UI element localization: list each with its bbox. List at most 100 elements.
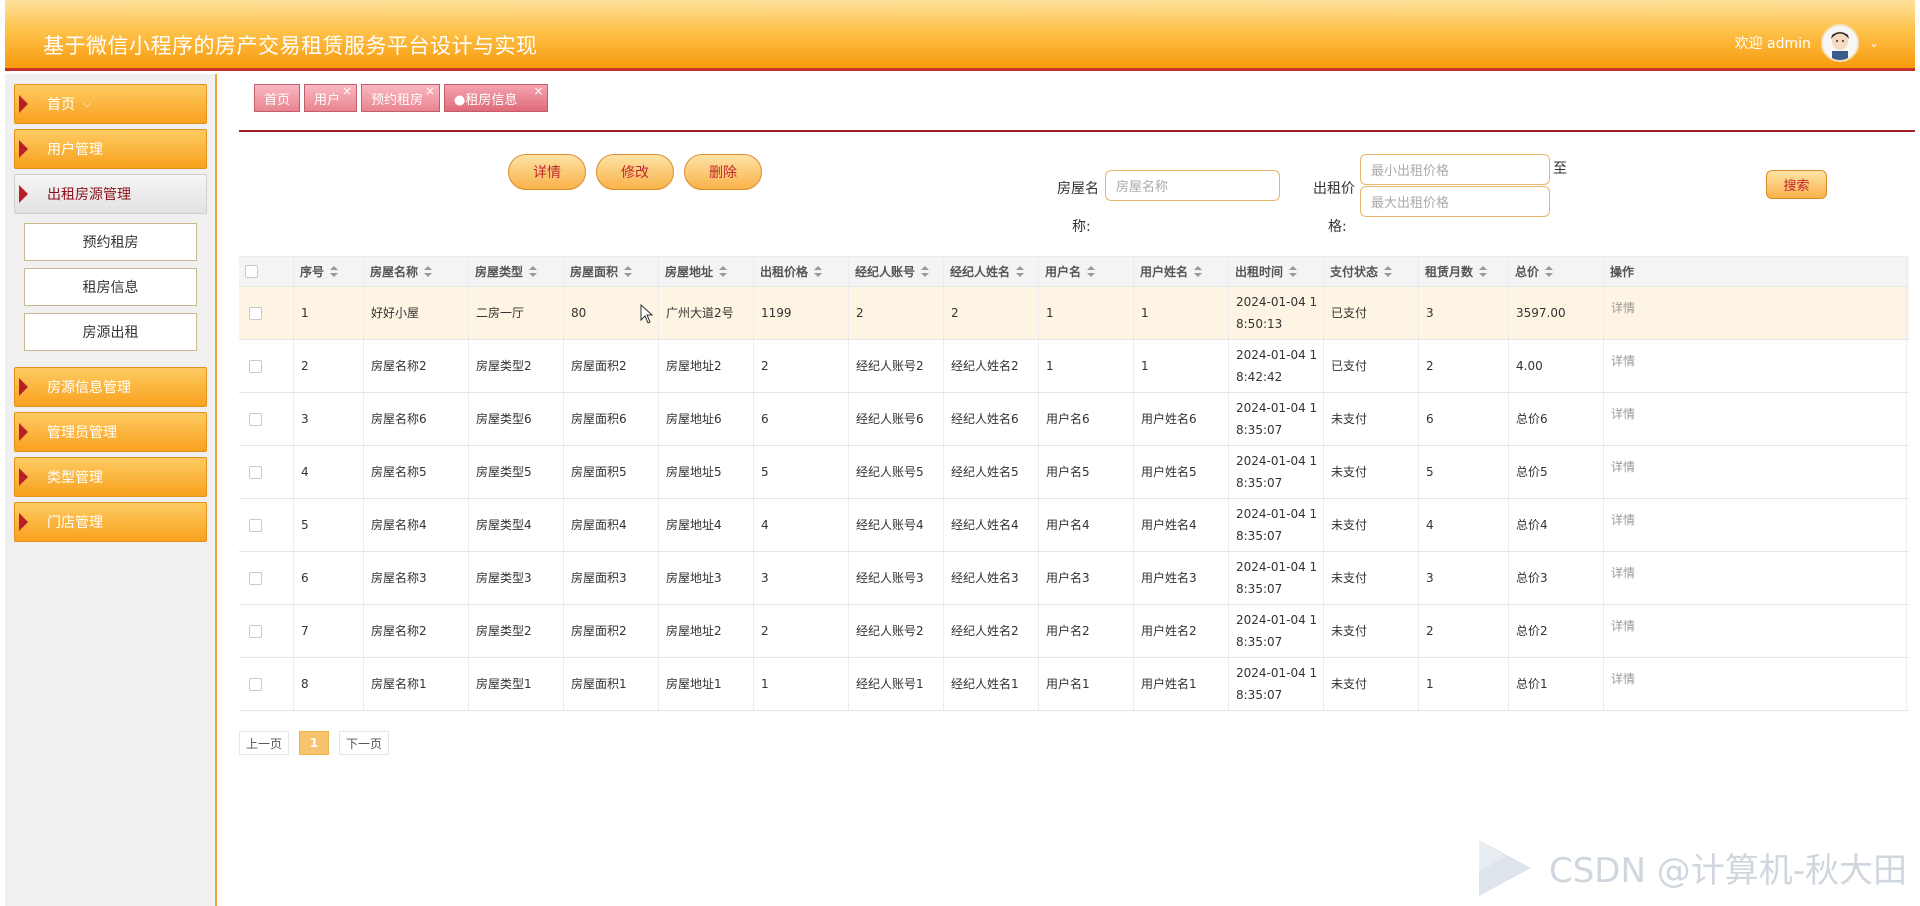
- sidebar-item-rental-management[interactable]: 出租房源管理: [14, 174, 207, 214]
- sidebar-subitem-reservation[interactable]: 预约租房: [24, 223, 197, 261]
- row-checkbox[interactable]: [249, 571, 262, 585]
- cell-value: 房屋地址5: [666, 465, 722, 479]
- sort-icon[interactable]: [921, 265, 930, 278]
- sort-icon[interactable]: [624, 265, 633, 278]
- col-house-type-header[interactable]: 房屋类型: [469, 257, 564, 286]
- sort-icon[interactable]: [330, 265, 339, 278]
- edit-button[interactable]: 修改: [596, 154, 674, 190]
- col-lease-months-header[interactable]: 租赁月数: [1419, 257, 1509, 286]
- col-pay-status-header[interactable]: 支付状态: [1324, 257, 1419, 286]
- close-icon[interactable]: ×: [425, 84, 435, 98]
- sort-icon[interactable]: [814, 265, 823, 278]
- next-page-button[interactable]: 下一页: [339, 731, 390, 755]
- col-total-price-header[interactable]: 总价: [1509, 257, 1604, 286]
- row-detail-link[interactable]: 详情: [1611, 562, 1635, 584]
- page-number-current[interactable]: 1: [299, 731, 330, 755]
- row-detail-link[interactable]: 详情: [1611, 403, 1635, 425]
- row-checkbox[interactable]: [249, 359, 262, 373]
- cell-value: 未支付: [1331, 412, 1368, 426]
- col-house-address-header[interactable]: 房屋地址: [659, 257, 754, 286]
- table-row[interactable]: 7 房屋名称2 房屋类型2 房屋面积2 房屋地址2 2 经纪人账号2 经纪人姓名2 用户名2 用户…: [239, 605, 1909, 658]
- sidebar-subitem-rental-info[interactable]: 租房信息: [24, 268, 197, 306]
- table-row[interactable]: 1 好好小屋 二房一厅 80 广州大道2号 1199 2 2 1 1 2024-01-04 1 8:5…: [239, 287, 1909, 340]
- row-checkbox[interactable]: [249, 465, 262, 479]
- user-menu[interactable]: 欢迎 admin ⌄: [1735, 24, 1879, 62]
- sidebar-item-store-management[interactable]: 门店管理: [14, 502, 207, 542]
- select-all-checkbox[interactable]: [245, 265, 258, 278]
- col-agent-account-cell: 经纪人账号1: [849, 658, 944, 710]
- sidebar-item-type-management[interactable]: 类型管理: [14, 457, 207, 497]
- col-agent-name-cell: 2: [944, 287, 1039, 339]
- row-detail-link[interactable]: 详情: [1611, 456, 1635, 478]
- row-checkbox[interactable]: [249, 412, 262, 426]
- col-house-name-cell: 房屋名称2: [364, 605, 469, 657]
- col-house-name-header[interactable]: 房屋名称: [364, 257, 469, 286]
- sidebar-item-admin-management[interactable]: 管理员管理: [14, 412, 207, 452]
- col-agent-account-header[interactable]: 经纪人账号: [849, 257, 944, 286]
- col-operation-header[interactable]: 操作: [1604, 257, 1907, 286]
- row-checkbox[interactable]: [249, 518, 262, 532]
- col-rent-time-header[interactable]: 出租时间: [1229, 257, 1324, 286]
- sidebar-item-home[interactable]: 首页 ⌵: [14, 84, 207, 124]
- house-name-input[interactable]: 房屋名称: [1105, 170, 1280, 201]
- rent-time-clock: 8:35:07: [1236, 635, 1283, 649]
- sort-icon[interactable]: [1384, 265, 1393, 278]
- table-row[interactable]: 4 房屋名称5 房屋类型5 房屋面积5 房屋地址5 5 经纪人账号5 经纪人姓名5 用户名5 用户…: [239, 446, 1909, 499]
- sidebar-item-house-info[interactable]: 房源信息管理: [14, 367, 207, 407]
- col-rent-price-header[interactable]: 出租价格: [754, 257, 849, 286]
- avatar-icon: [1822, 26, 1857, 60]
- row-detail-link[interactable]: 详情: [1611, 297, 1635, 319]
- sort-icon[interactable]: [1479, 265, 1488, 278]
- sort-icon[interactable]: [1087, 265, 1096, 278]
- col-rent-time-cell: 2024-01-04 1 8:50:13: [1229, 287, 1324, 339]
- col-rent-time-cell: 2024-01-04 1 8:35:07: [1229, 605, 1324, 657]
- min-price-input[interactable]: 最小出租价格: [1360, 154, 1550, 185]
- max-price-input[interactable]: 最大出租价格: [1360, 186, 1550, 217]
- detail-button[interactable]: 详情: [508, 154, 586, 190]
- col-index-header[interactable]: 序号: [294, 257, 364, 286]
- avatar[interactable]: [1820, 24, 1859, 62]
- sort-icon[interactable]: [1194, 265, 1203, 278]
- cell-value: 2: [951, 306, 959, 320]
- tab-user[interactable]: 用户 ×: [304, 84, 358, 112]
- sort-icon[interactable]: [719, 265, 728, 278]
- sidebar-item-user-management[interactable]: 用户管理: [14, 129, 207, 169]
- col-rent-price-cell: 1: [754, 658, 849, 710]
- close-icon[interactable]: ×: [342, 84, 352, 98]
- row-detail-link[interactable]: 详情: [1611, 509, 1635, 531]
- row-detail-link[interactable]: 详情: [1611, 615, 1635, 637]
- row-detail-link[interactable]: 详情: [1611, 350, 1635, 372]
- row-checkbox[interactable]: [249, 677, 262, 691]
- cell-value: 3: [761, 571, 769, 585]
- column-header-label: 租赁月数: [1425, 264, 1474, 279]
- search-button[interactable]: 搜索: [1766, 170, 1827, 199]
- col-agent-name-header[interactable]: 经纪人姓名: [944, 257, 1039, 286]
- chevron-down-icon[interactable]: ⌄: [1869, 36, 1879, 50]
- sort-icon[interactable]: [1545, 265, 1554, 278]
- cell-value: 6: [301, 571, 309, 585]
- rent-time-clock: 8:35:07: [1236, 529, 1283, 543]
- sort-icon[interactable]: [1289, 265, 1298, 278]
- tab-reservation[interactable]: 预约租房 ×: [361, 84, 441, 112]
- table-row[interactable]: 2 房屋名称2 房屋类型2 房屋面积2 房屋地址2 2 经纪人账号2 经纪人姓名2 1 1 2024…: [239, 340, 1909, 393]
- prev-page-button[interactable]: 上一页: [239, 731, 290, 755]
- row-checkbox[interactable]: [249, 306, 262, 320]
- table-row[interactable]: 3 房屋名称6 房屋类型6 房屋面积6 房屋地址6 6 经纪人账号6 经纪人姓名6 用户名6 用户…: [239, 393, 1909, 446]
- tab-rental-info[interactable]: ●租房信息 ×: [444, 84, 549, 112]
- delete-button[interactable]: 删除: [684, 154, 762, 190]
- tab-home[interactable]: 首页: [254, 84, 301, 112]
- sort-icon[interactable]: [529, 265, 538, 278]
- col-house-area-header[interactable]: 房屋面积: [564, 257, 659, 286]
- sidebar-subitem-house-rent[interactable]: 房源出租: [24, 313, 197, 351]
- row-detail-link[interactable]: 详情: [1611, 668, 1635, 690]
- col-user-fullname-header[interactable]: 用户姓名: [1134, 257, 1229, 286]
- top-header: 基于微信小程序的房产交易租赁服务平台设计与实现 欢迎 admin ⌄: [5, 0, 1915, 71]
- row-checkbox[interactable]: [249, 624, 262, 638]
- sort-icon[interactable]: [424, 265, 433, 278]
- sort-icon[interactable]: [1016, 265, 1025, 278]
- table-row[interactable]: 8 房屋名称1 房屋类型1 房屋面积1 房屋地址1 1 经纪人账号1 经纪人姓名1 用户名1 用户…: [239, 658, 1909, 711]
- table-row[interactable]: 5 房屋名称4 房屋类型4 房屋面积4 房屋地址4 4 经纪人账号4 经纪人姓名4 用户名4 用户…: [239, 499, 1909, 552]
- close-icon[interactable]: ×: [533, 84, 543, 98]
- table-row[interactable]: 6 房屋名称3 房屋类型3 房屋面积3 房屋地址3 3 经纪人账号3 经纪人姓名3 用户名3 用户…: [239, 552, 1909, 605]
- col-username-header[interactable]: 用户名: [1039, 257, 1134, 286]
